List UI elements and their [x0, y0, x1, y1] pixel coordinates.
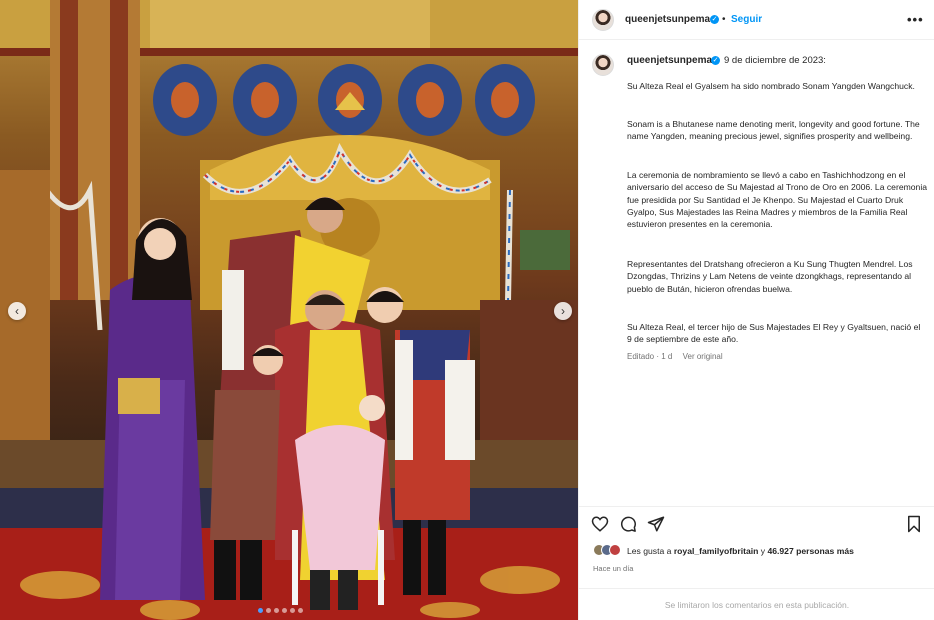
edited-label: Editado · 1 d [627, 352, 673, 361]
likes-prefix: Les gusta a [627, 546, 672, 556]
post-side-panel: queenjetsunpema ✓ • Seguir ••• queenjets… [578, 0, 934, 620]
see-original-link[interactable]: Ver original [683, 352, 723, 361]
likes-text: Les gusta a royal_familyofbritain y 46.9… [627, 546, 854, 556]
caption-date: 9 de diciembre de 2023: [724, 55, 826, 66]
carousel-dot [258, 608, 263, 613]
carousel-dot [290, 608, 295, 613]
header-username[interactable]: queenjetsunpema [625, 14, 710, 25]
bookmark-icon[interactable] [905, 515, 923, 533]
carousel-dot [282, 608, 287, 613]
separator: • [722, 14, 726, 25]
royal-family-photo [0, 0, 578, 620]
carousel-next-button[interactable]: › [554, 302, 572, 320]
carousel-dot [274, 608, 279, 613]
caption-paragraph: Sonam is a Bhutanese name denoting merit… [627, 119, 920, 142]
liker-username[interactable]: royal_familyofbritain [674, 546, 759, 556]
caption-paragraph: Representantes del Dratshang ofrecieron … [627, 259, 913, 294]
heart-icon[interactable] [591, 515, 609, 533]
share-icon[interactable] [647, 515, 665, 533]
verified-badge-icon: ✓ [711, 56, 720, 65]
carousel-dot [266, 608, 271, 613]
caption-paragraph: La ceremonia de nombramiento se llevó a … [627, 170, 928, 230]
carousel-prev-button[interactable]: ‹ [8, 302, 26, 320]
caption-paragraph: Su Alteza Real el Gyalsem ha sido nombra… [627, 81, 915, 91]
posted-ago: Hace un día [593, 564, 634, 573]
likes-count[interactable]: 46.927 personas más [767, 546, 853, 556]
post-header: queenjetsunpema ✓ • Seguir ••• [579, 0, 934, 40]
caption-avatar[interactable] [592, 54, 614, 76]
liker-avatar [609, 544, 621, 556]
follow-button[interactable]: Seguir [731, 14, 762, 25]
more-options-icon[interactable]: ••• [907, 12, 924, 27]
caption-username[interactable]: queenjetsunpema [627, 55, 712, 66]
action-bar [579, 506, 934, 536]
comment-icon[interactable] [619, 515, 637, 533]
caption-meta: Editado · 1 d Ver original [627, 352, 723, 361]
avatar[interactable] [592, 9, 614, 31]
comments-limited-notice: Se limitaron los comentarios en esta pub… [579, 588, 934, 620]
carousel-dot [298, 608, 303, 613]
caption-paragraph: Su Alteza Real, el tercer hijo de Sus Ma… [627, 322, 921, 345]
carousel-indicator [258, 608, 303, 613]
post-photo[interactable]: ‹ › [0, 0, 578, 620]
likes-conjunction: y [760, 546, 766, 556]
verified-badge-icon: ✓ [710, 15, 719, 24]
